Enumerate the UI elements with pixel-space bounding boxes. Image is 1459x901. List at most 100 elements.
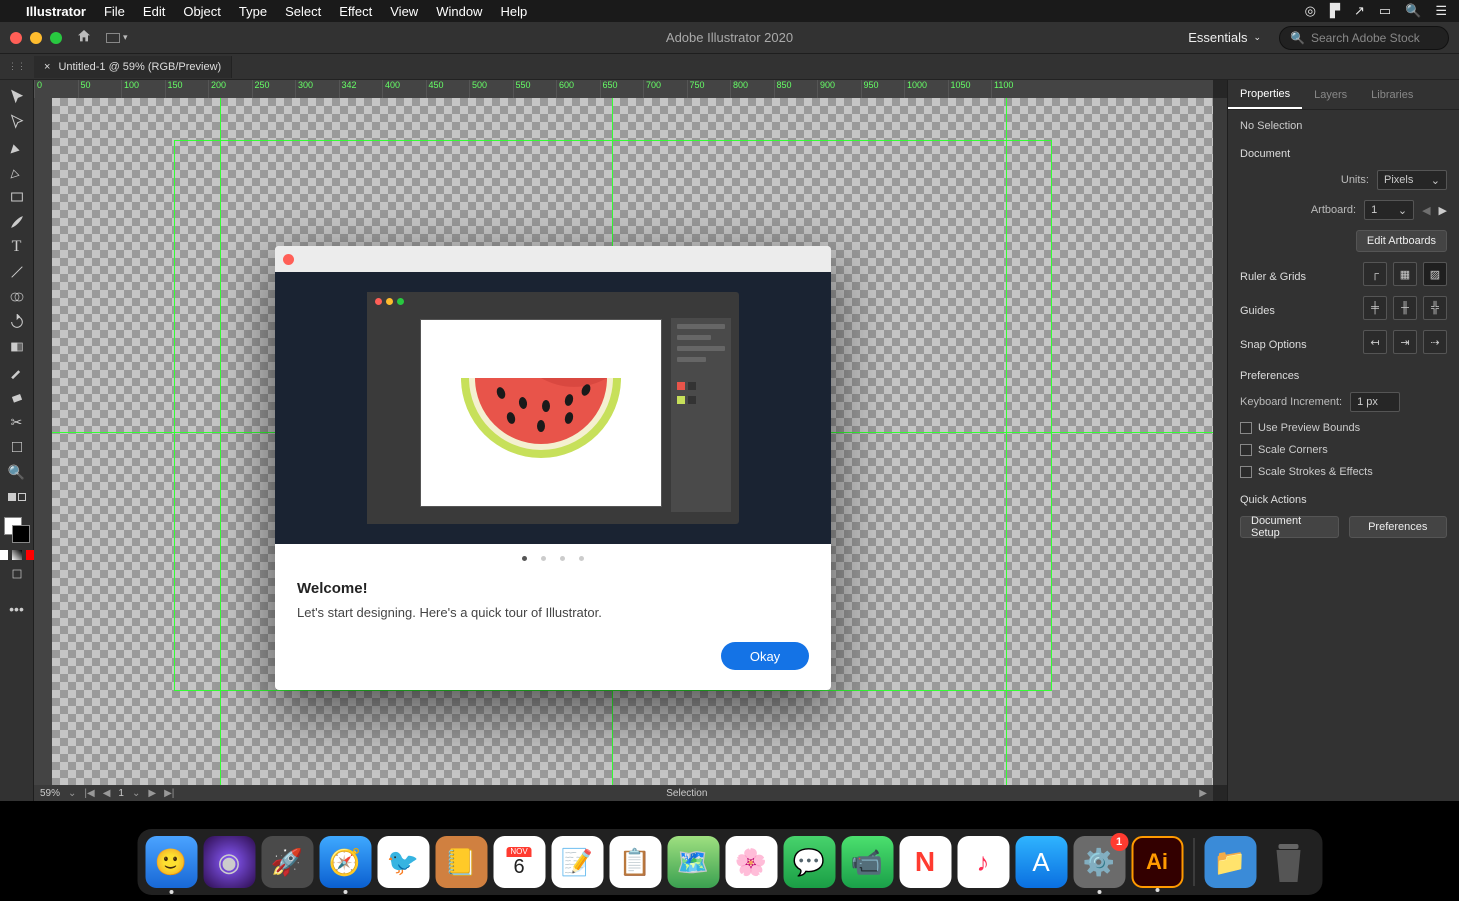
home-button[interactable] — [76, 28, 92, 47]
tab-properties[interactable]: Properties — [1228, 80, 1302, 109]
menu-app-name[interactable]: Illustrator — [26, 4, 86, 19]
pen-tool[interactable] — [4, 136, 30, 158]
menu-object[interactable]: Object — [183, 4, 221, 19]
zoom-dropdown-icon[interactable]: ⌄ — [68, 788, 76, 799]
displays-icon[interactable]: ▭ — [1379, 3, 1391, 19]
curvature-tool[interactable] — [4, 161, 30, 183]
eraser-tool[interactable] — [4, 386, 30, 408]
okay-button[interactable]: Okay — [721, 642, 809, 670]
eyedropper-tool[interactable] — [4, 361, 30, 383]
menu-select[interactable]: Select — [285, 4, 321, 19]
menu-help[interactable]: Help — [500, 4, 527, 19]
notification-icon[interactable]: ▛ — [1330, 3, 1340, 19]
snap-pixel-button[interactable]: ↤ — [1363, 330, 1387, 354]
screen-mode-toggle[interactable] — [4, 486, 30, 508]
zoom-window-button[interactable] — [50, 32, 62, 44]
dock-music[interactable]: ♪ — [957, 836, 1009, 888]
sync-icon[interactable]: ↗ — [1354, 3, 1365, 19]
ruler-toggle-button[interactable]: ┌ — [1363, 262, 1387, 286]
color-mode-row[interactable] — [0, 550, 36, 560]
dock-launchpad[interactable]: 🚀 — [261, 836, 313, 888]
type-tool[interactable]: T — [4, 236, 30, 258]
tab-close-icon[interactable]: × — [44, 61, 50, 73]
status-play-icon[interactable]: ▶ — [1199, 788, 1207, 799]
scale-corners-checkbox[interactable]: Scale Corners — [1240, 444, 1447, 456]
snap-point-button[interactable]: ⇥ — [1393, 330, 1417, 354]
edit-artboards-button[interactable]: Edit Artboards — [1356, 230, 1447, 252]
prev-artboard-button[interactable]: ◀ — [103, 788, 111, 799]
dot-3[interactable] — [560, 556, 565, 561]
dock-finder[interactable]: 🙂 — [145, 836, 197, 888]
units-select[interactable]: Pixels⌄ — [1377, 170, 1447, 190]
menu-file[interactable]: File — [104, 4, 125, 19]
artboard-select[interactable]: 1⌄ — [1364, 200, 1414, 220]
dock-settings[interactable]: ⚙️1 — [1073, 836, 1125, 888]
document-tab[interactable]: × Untitled-1 @ 59% (RGB/Preview) — [34, 56, 232, 78]
paintbrush-tool[interactable] — [4, 211, 30, 233]
artboard-tool[interactable] — [4, 436, 30, 458]
dock-notes[interactable]: 📝 — [551, 836, 603, 888]
transparency-grid-button[interactable]: ▨ — [1423, 262, 1447, 286]
use-preview-bounds-checkbox[interactable]: Use Preview Bounds — [1240, 422, 1447, 434]
grid-toggle-button[interactable]: ▦ — [1393, 262, 1417, 286]
tab-libraries[interactable]: Libraries — [1359, 80, 1425, 109]
preferences-button[interactable]: Preferences — [1349, 516, 1448, 538]
tab-layers[interactable]: Layers — [1302, 80, 1359, 109]
dock-mail[interactable]: 🐦 — [377, 836, 429, 888]
dock-safari[interactable]: 🧭 — [319, 836, 371, 888]
dock-reminders[interactable]: 📋 — [609, 836, 661, 888]
scissors-tool[interactable]: ✂ — [4, 411, 30, 433]
zoom-tool[interactable]: 🔍 — [4, 461, 30, 483]
artboard-dropdown-icon[interactable]: ⌄ — [132, 788, 140, 799]
minimize-window-button[interactable] — [30, 32, 42, 44]
dock-siri[interactable]: ◉ — [203, 836, 255, 888]
dock-illustrator[interactable]: Ai — [1131, 836, 1183, 888]
gradient-tool[interactable] — [4, 336, 30, 358]
arrange-documents-button[interactable]: ▾ — [106, 32, 128, 43]
dock-calendar[interactable]: NOV6 — [493, 836, 545, 888]
dot-4[interactable] — [579, 556, 584, 561]
panel-grip[interactable]: ⋮⋮ — [0, 54, 34, 79]
prev-artboard-icon[interactable]: ◀ — [1422, 204, 1430, 217]
next-artboard-icon[interactable]: ▶ — [1439, 204, 1447, 217]
menu-type[interactable]: Type — [239, 4, 267, 19]
edit-toolbar-button[interactable]: ••• — [4, 598, 30, 620]
rotate-tool[interactable] — [4, 311, 30, 333]
fill-stroke-wells[interactable] — [4, 517, 30, 543]
artboard-index[interactable]: 1 — [118, 788, 124, 799]
first-artboard-button[interactable]: |◀ — [84, 788, 94, 799]
selection-tool[interactable] — [4, 86, 30, 108]
menu-icon[interactable]: ☰ — [1435, 3, 1447, 19]
zoom-value[interactable]: 59% — [40, 788, 60, 799]
menu-view[interactable]: View — [390, 4, 418, 19]
dock-maps[interactable]: 🗺️ — [667, 836, 719, 888]
dot-2[interactable] — [541, 556, 546, 561]
direct-selection-tool[interactable] — [4, 111, 30, 133]
rectangle-tool[interactable] — [4, 186, 30, 208]
shape-builder-tool[interactable] — [4, 286, 30, 308]
close-window-button[interactable] — [10, 32, 22, 44]
dock-downloads[interactable]: 📁 — [1204, 836, 1256, 888]
menu-window[interactable]: Window — [436, 4, 482, 19]
stock-search-field[interactable]: 🔍 Search Adobe Stock — [1279, 26, 1449, 50]
dock-messages[interactable]: 💬 — [783, 836, 835, 888]
dialog-close-button[interactable] — [283, 254, 294, 265]
guide-vertical-left[interactable] — [220, 98, 221, 785]
menu-effect[interactable]: Effect — [339, 4, 372, 19]
draw-mode-button[interactable] — [4, 563, 30, 585]
next-artboard-button[interactable]: ▶ — [148, 788, 156, 799]
dock-contacts[interactable]: 📒 — [435, 836, 487, 888]
smart-guides-button[interactable]: ╬ — [1423, 296, 1447, 320]
line-segment-tool[interactable] — [4, 261, 30, 283]
dock-news[interactable]: N — [899, 836, 951, 888]
scrollbar-vertical[interactable] — [1213, 98, 1227, 785]
scale-strokes-checkbox[interactable]: Scale Strokes & Effects — [1240, 466, 1447, 478]
guides-lock-button[interactable]: ╫ — [1393, 296, 1417, 320]
kbd-increment-field[interactable]: 1 px — [1350, 392, 1400, 412]
ruler-vertical[interactable] — [34, 98, 52, 785]
dock-photos[interactable]: 🌸 — [725, 836, 777, 888]
last-artboard-button[interactable]: ▶| — [164, 788, 174, 799]
ruler-horizontal[interactable]: 0501001502002503003424004505005506006507… — [34, 80, 1213, 98]
guide-vertical-right[interactable] — [1006, 98, 1007, 785]
document-setup-button[interactable]: Document Setup — [1240, 516, 1339, 538]
